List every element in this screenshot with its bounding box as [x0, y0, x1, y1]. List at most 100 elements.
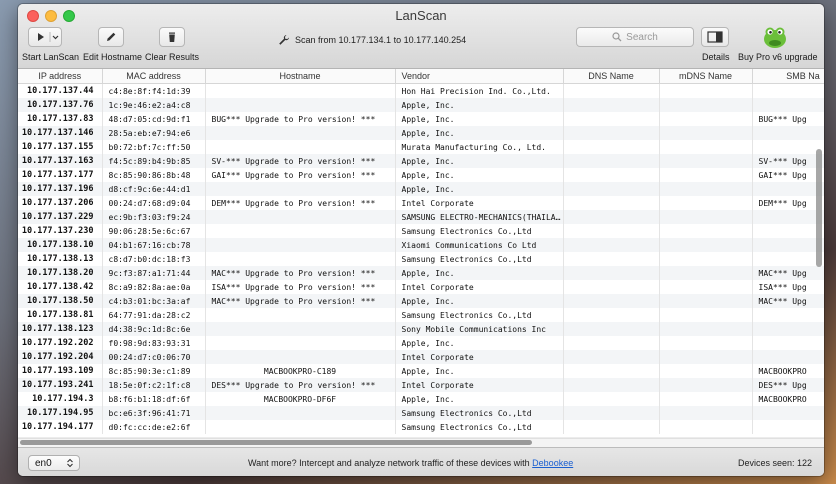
table-row[interactable]: 10.177.194.3 b8:f6:b1:18:df:6f MACBOOKPRO-… [18, 392, 824, 406]
smb-cell [752, 336, 824, 350]
details-label: Details [702, 52, 730, 62]
dns-cell [563, 350, 660, 364]
hostname-cell: MAC*** Upgrade to Pro version! *** [205, 266, 396, 280]
vendor-cell: Apple, Inc. [395, 364, 564, 378]
smb-cell [752, 322, 824, 336]
search-placeholder: Search [626, 31, 658, 43]
hostname-cell [205, 406, 396, 420]
dns-cell [563, 378, 660, 392]
table-row[interactable]: 10.177.138.50 c4:b3:01:bc:3a:af MAC*** Upg… [18, 294, 824, 308]
table-row[interactable]: 10.177.137.230 90:06:28:5e:6c:67 Samsung E… [18, 224, 824, 238]
table-row[interactable]: 10.177.137.83 48:d7:05:cd:9d:f1 BUG*** Upg… [18, 112, 824, 126]
mdns-cell [659, 364, 753, 378]
table-row[interactable]: 10.177.137.76 1c:9e:46:e2:a4:c8 Apple, Inc… [18, 98, 824, 112]
play-icon [38, 32, 59, 42]
start-lanscan-label: Start LanScan [22, 52, 80, 62]
vendor-cell: Apple, Inc. [395, 154, 564, 168]
vertical-scrollbar[interactable] [816, 87, 822, 417]
ip-cell: 10.177.137.177 [18, 168, 103, 182]
col-mac-header[interactable]: MAC address [102, 69, 206, 84]
dns-cell [563, 252, 660, 266]
ip-cell: 10.177.194.177 [18, 420, 103, 434]
col-hostname-header[interactable]: Hostname [205, 69, 396, 84]
horizontal-scrollbar[interactable] [18, 438, 824, 447]
dns-cell [563, 83, 660, 98]
hostname-cell: MACBOOKPRO-C189 [205, 364, 396, 378]
search-field[interactable]: Search [576, 27, 694, 47]
vendor-cell: Samsung Electronics Co.,Ltd [395, 224, 564, 238]
mdns-cell [659, 420, 753, 434]
table-row[interactable]: 10.177.138.81 64:77:91:da:28:c2 Samsung El… [18, 308, 824, 322]
table-row[interactable]: 10.177.137.206 00:24:d7:68:d9:04 DEM*** Up… [18, 196, 824, 210]
vendor-cell: Apple, Inc. [395, 336, 564, 350]
horizontal-scroll-thumb[interactable] [20, 440, 532, 445]
ip-cell: 10.177.192.204 [18, 350, 103, 364]
table-row[interactable]: 10.177.138.42 8c:a9:82:8a:ae:0a ISA*** Upg… [18, 280, 824, 294]
ip-cell: 10.177.137.229 [18, 210, 103, 224]
ip-cell: 10.177.138.42 [18, 280, 103, 294]
details-button[interactable] [701, 27, 729, 47]
table-row[interactable]: 10.177.137.229 ec:9b:f3:03:f9:24 SAMSUNG E… [18, 210, 824, 224]
table-row[interactable]: 10.177.137.163 f4:5c:89:b4:9b:85 SV-*** Up… [18, 154, 824, 168]
col-ip-header[interactable]: IP address [18, 69, 103, 84]
vertical-scroll-thumb[interactable] [816, 149, 822, 267]
mac-cell: d8:cf:9c:6e:44:d1 [102, 182, 206, 196]
dns-cell [563, 392, 660, 406]
mdns-cell [659, 140, 753, 154]
table-row[interactable]: 10.177.137.177 8c:85:90:86:8b:48 GAI*** Up… [18, 168, 824, 182]
table-row[interactable]: 10.177.192.204 00:24:d7:c0:06:70 Intel Cor… [18, 350, 824, 364]
debookee-link[interactable]: Debookee [532, 458, 573, 468]
smb-cell [752, 308, 824, 322]
mdns-cell [659, 224, 753, 238]
table-row[interactable]: 10.177.193.109 8c:85:90:3e:c1:89 MACBOOKPR… [18, 364, 824, 378]
table-row[interactable]: 10.177.138.123 d4:38:9c:1d:8c:6e Sony Mobi… [18, 322, 824, 336]
table-row[interactable]: 10.177.137.146 28:5a:eb:e7:94:e6 Apple, In… [18, 126, 824, 140]
frog-logo-icon[interactable] [762, 24, 788, 50]
table-row[interactable]: 10.177.192.202 f0:98:9d:83:93:31 Apple, In… [18, 336, 824, 350]
smb-cell [752, 83, 824, 98]
col-vendor-header[interactable]: Vendor [395, 69, 564, 84]
mac-cell: c4:b3:01:bc:3a:af [102, 294, 206, 308]
mdns-cell [659, 294, 753, 308]
mdns-cell [659, 406, 753, 420]
ip-cell: 10.177.137.206 [18, 196, 103, 210]
dns-cell [563, 154, 660, 168]
mdns-cell [659, 210, 753, 224]
vendor-cell: Intel Corporate [395, 350, 564, 364]
table-row[interactable]: 10.177.193.241 18:5e:0f:c2:1f:c8 DES*** Up… [18, 378, 824, 392]
hostname-cell: MAC*** Upgrade to Pro version! *** [205, 294, 396, 308]
clear-results-button[interactable] [159, 27, 185, 47]
col-dns-header[interactable]: DNS Name [563, 69, 660, 84]
hostname-cell [205, 350, 396, 364]
ip-cell: 10.177.193.241 [18, 378, 103, 392]
table-row[interactable]: 10.177.138.13 c8:d7:b0:dc:18:f3 Samsung El… [18, 252, 824, 266]
dns-cell [563, 280, 660, 294]
mac-cell: d4:38:9c:1d:8c:6e [102, 322, 206, 336]
table-row[interactable]: 10.177.194.177 d0:fc:cc:de:e2:6f Samsung E… [18, 420, 824, 434]
smb-cell: MACBOOKPRO [752, 364, 824, 378]
table-row[interactable]: 10.177.137.196 d8:cf:9c:6e:44:d1 Apple, In… [18, 182, 824, 196]
ip-cell: 10.177.138.50 [18, 294, 103, 308]
smb-cell: MACBOOKPRO [752, 392, 824, 406]
table-row[interactable]: 10.177.137.155 b0:72:bf:7c:ff:50 Murata Ma… [18, 140, 824, 154]
mdns-cell [659, 154, 753, 168]
hostname-cell [205, 182, 396, 196]
vendor-cell: Samsung Electronics Co.,Ltd [395, 252, 564, 266]
mdns-cell [659, 196, 753, 210]
edit-hostname-button[interactable] [98, 27, 124, 47]
ip-cell: 10.177.137.83 [18, 112, 103, 126]
dns-cell [563, 196, 660, 210]
table-row[interactable]: 10.177.137.44 c4:8e:8f:f4:1d:39 Hon Hai Pr… [18, 83, 824, 98]
buy-pro-label[interactable]: Buy Pro v6 upgrade [738, 52, 818, 62]
interface-select[interactable]: en0 [28, 455, 80, 471]
mac-cell: c4:8e:8f:f4:1d:39 [102, 83, 206, 98]
mac-cell: f4:5c:89:b4:9b:85 [102, 154, 206, 168]
table-row[interactable]: 10.177.138.20 9c:f3:87:a1:71:44 MAC*** Upg… [18, 266, 824, 280]
vendor-cell: Murata Manufacturing Co., Ltd. [395, 140, 564, 154]
table-row[interactable]: 10.177.138.10 04:b1:67:16:cb:78 Xiaomi Com… [18, 238, 824, 252]
start-lanscan-button[interactable] [28, 27, 62, 47]
toolbar: LanScan Start LanScan Edit Hostname Clea… [18, 4, 824, 69]
col-smb-header[interactable]: SMB Na [752, 69, 824, 84]
col-mdns-header[interactable]: mDNS Name [659, 69, 753, 84]
table-row[interactable]: 10.177.194.95 bc:e6:3f:96:41:71 Samsung El… [18, 406, 824, 420]
